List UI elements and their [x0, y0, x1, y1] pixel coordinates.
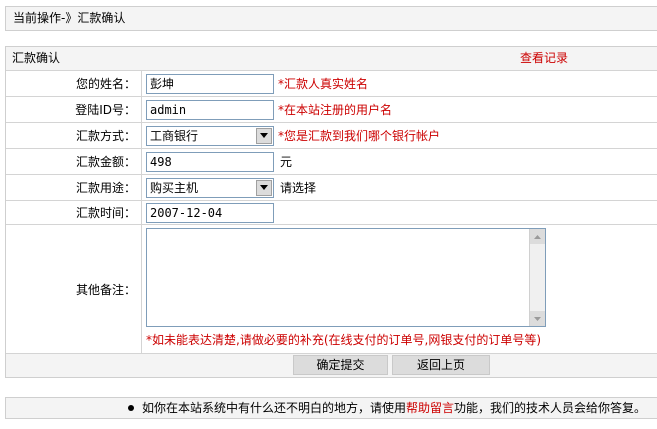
help-message-link[interactable]: 帮助留言: [406, 401, 454, 415]
button-row: 确定提交 返回上页: [6, 354, 657, 377]
view-records-link[interactable]: 查看记录: [520, 47, 568, 70]
purpose-row: 汇款用途： 购买主机 请选择: [6, 175, 657, 201]
amount-label: 汇款金额：: [6, 149, 142, 174]
remittance-form: 汇款确认 查看记录 您的姓名： 彭坤 *汇款人真实姓名 登陆ID号： admin…: [5, 46, 657, 378]
bullet-icon: [128, 404, 134, 411]
time-input[interactable]: 2007-12-04: [146, 202, 274, 223]
method-select-value: 工商银行: [150, 129, 199, 143]
remarks-row: 其他备注： *如未能表达清楚,请做必要的补充(在线支付的订单号,网银支付的订单号…: [6, 225, 657, 354]
chevron-down-icon[interactable]: [256, 179, 272, 196]
name-row: 您的姓名： 彭坤 *汇款人真实姓名: [6, 71, 657, 97]
login-id-label: 登陆ID号：: [6, 97, 142, 122]
submit-button[interactable]: 确定提交: [293, 355, 388, 375]
breadcrumb: 当前操作-》汇款确认: [5, 6, 657, 31]
chevron-down-icon[interactable]: [256, 127, 272, 144]
amount-unit: 元: [280, 155, 293, 169]
footer-prefix: 如你在本站系统中有什么还不明白的地方，请使用: [142, 401, 407, 415]
method-label: 汇款方式：: [6, 123, 142, 148]
time-label: 汇款时间：: [6, 201, 142, 224]
purpose-select[interactable]: 购买主机: [146, 177, 274, 198]
amount-input[interactable]: 498: [146, 151, 274, 172]
purpose-hint: 请选择: [280, 181, 317, 195]
name-label: 您的姓名：: [6, 71, 142, 96]
name-hint: *汇款人真实姓名: [278, 77, 369, 91]
scrollbar[interactable]: [529, 229, 545, 326]
scroll-up-icon[interactable]: [530, 229, 545, 244]
purpose-label: 汇款用途：: [6, 175, 142, 200]
remarks-label: 其他备注：: [6, 225, 142, 353]
footer-suffix: 功能，我们的技术人员会给你答复。: [454, 401, 647, 415]
time-row: 汇款时间： 2007-12-04: [6, 201, 657, 225]
scroll-down-icon[interactable]: [530, 311, 545, 326]
login-id-row: 登陆ID号： admin *在本站注册的用户名: [6, 97, 657, 123]
help-footer: 如你在本站系统中有什么还不明白的地方，请使用帮助留言功能，我们的技术人员会给你答…: [5, 397, 657, 419]
breadcrumb-text: 当前操作-》汇款确认: [13, 11, 126, 25]
remarks-textarea[interactable]: [146, 228, 546, 327]
amount-row: 汇款金额： 498 元: [6, 149, 657, 175]
back-button[interactable]: 返回上页: [392, 355, 490, 375]
purpose-select-value: 购买主机: [150, 181, 199, 195]
method-row: 汇款方式： 工商银行 *您是汇款到我们哪个银行帐户: [6, 123, 657, 149]
name-input[interactable]: 彭坤: [146, 73, 274, 94]
method-hint: *您是汇款到我们哪个银行帐户: [278, 129, 441, 143]
form-header: 汇款确认 查看记录: [6, 47, 657, 71]
login-id-hint: *在本站注册的用户名: [278, 103, 393, 117]
remarks-note: *如未能表达清楚,请做必要的补充(在线支付的订单号,网银支付的订单号等): [146, 333, 541, 347]
method-select[interactable]: 工商银行: [146, 125, 274, 146]
login-id-input[interactable]: admin: [146, 99, 274, 120]
